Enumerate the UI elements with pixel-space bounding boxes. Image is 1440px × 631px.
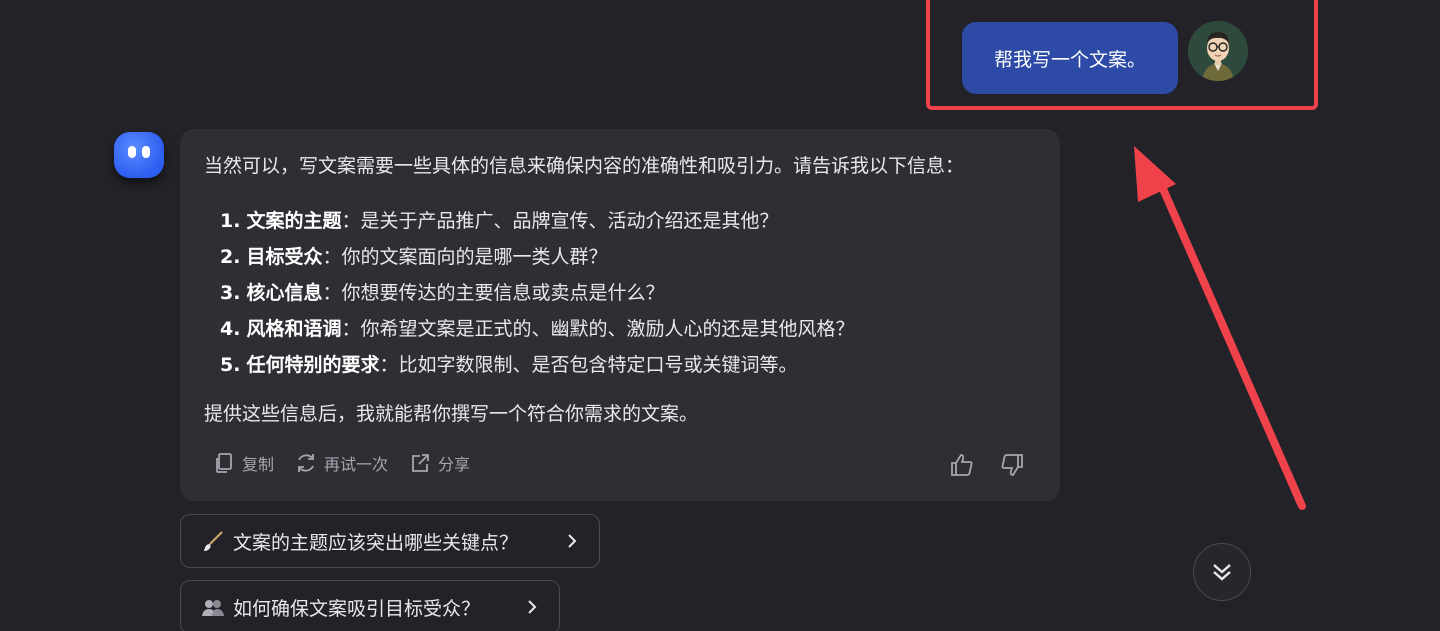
list-item-number: 4. — [220, 318, 241, 340]
list-item-number: 2. — [220, 246, 241, 268]
share-icon — [412, 454, 429, 472]
bot-message-list: 1. 文案的主题：是关于产品推广、品牌宣传、活动介绍还是其他？ 2. 目标受众：… — [220, 203, 855, 383]
suggestion-text: 文案的主题应该突出哪些关键点？ — [233, 531, 519, 554]
list-item: 4. 风格和语调：你希望文案是正式的、幽默的、激励人心的还是其他风格？ — [220, 311, 855, 347]
message-actions: 复制 再试一次 分享 — [212, 451, 470, 475]
retry-button[interactable]: 再试一次 — [294, 451, 388, 475]
list-item: 3. 核心信息：你想要传达的主要信息或卖点是什么？ — [220, 275, 855, 311]
thumbs-up-button[interactable] — [948, 451, 976, 479]
thumbs-up-icon — [951, 454, 973, 476]
highlight-annotation-box — [926, 0, 1318, 110]
suggestion-chip[interactable]: 如何确保文案吸引目标受众？ — [180, 580, 560, 631]
list-item: 1. 文案的主题：是关于产品推广、品牌宣传、活动介绍还是其他？ — [220, 203, 855, 239]
brush-icon — [204, 531, 223, 551]
list-item-term: 风格和语调 — [246, 318, 342, 340]
annotation-arrow — [1134, 146, 1306, 510]
bot-eye-left — [128, 146, 136, 158]
chat-window: 帮我写一个文案。 当然可以，写文案需要一些具体的信息来确保内容的准确性和吸引力。… — [0, 0, 1440, 631]
bot-message-outro: 提供这些信息后，我就能帮你撰写一个符合你需求的文案。 — [204, 403, 699, 425]
list-item-number: 1. — [220, 210, 241, 232]
share-label: 分享 — [438, 455, 471, 474]
bot-message-intro: 当然可以，写文案需要一些具体的信息来确保内容的准确性和吸引力。请告诉我以下信息： — [204, 155, 965, 177]
list-item-term: 任何特别的要求 — [246, 354, 380, 376]
list-item-desc: ：你想要传达的主要信息或卖点是什么？ — [322, 282, 665, 304]
bot-message: 当然可以，写文案需要一些具体的信息来确保内容的准确性和吸引力。请告诉我以下信息：… — [180, 129, 1060, 501]
chevron-right-icon — [528, 600, 537, 614]
list-item: 5. 任何特别的要求：比如字数限制、是否包含特定口号或关键词等。 — [220, 347, 855, 383]
suggestion-text: 如何确保文案吸引目标受众？ — [233, 597, 481, 620]
list-item-desc: ：你的文案面向的是哪一类人群？ — [322, 246, 608, 268]
thumbs-down-button[interactable] — [998, 451, 1026, 479]
refresh-icon — [298, 454, 314, 472]
list-item-desc: ：比如字数限制、是否包含特定口号或关键词等。 — [379, 354, 798, 376]
suggestion-chip[interactable]: 文案的主题应该突出哪些关键点？ — [180, 514, 600, 568]
chevron-right-icon — [568, 534, 577, 548]
list-item-term: 文案的主题 — [246, 210, 342, 232]
copy-icon — [216, 453, 232, 473]
share-button[interactable]: 分享 — [408, 451, 470, 475]
list-item-term: 核心信息 — [246, 282, 323, 304]
bot-avatar — [114, 132, 164, 178]
thumbs-down-icon — [1001, 454, 1023, 476]
people-icon — [202, 600, 224, 616]
retry-label: 再试一次 — [324, 455, 389, 474]
list-item-desc: ：是关于产品推广、品牌宣传、活动介绍还是其他？ — [341, 210, 779, 232]
list-item-number: 3. — [220, 282, 241, 304]
list-item-term: 目标受众 — [246, 246, 323, 268]
double-chevron-down-icon — [1213, 564, 1231, 581]
bot-eye-right — [142, 146, 150, 158]
scroll-to-bottom-button[interactable] — [1193, 543, 1251, 601]
copy-label: 复制 — [242, 455, 275, 474]
list-item-desc: ：你希望文案是正式的、幽默的、激励人心的还是其他风格？ — [341, 318, 855, 340]
list-item: 2. 目标受众：你的文案面向的是哪一类人群？ — [220, 239, 855, 275]
copy-button[interactable]: 复制 — [212, 451, 274, 475]
list-item-number: 5. — [220, 354, 241, 376]
